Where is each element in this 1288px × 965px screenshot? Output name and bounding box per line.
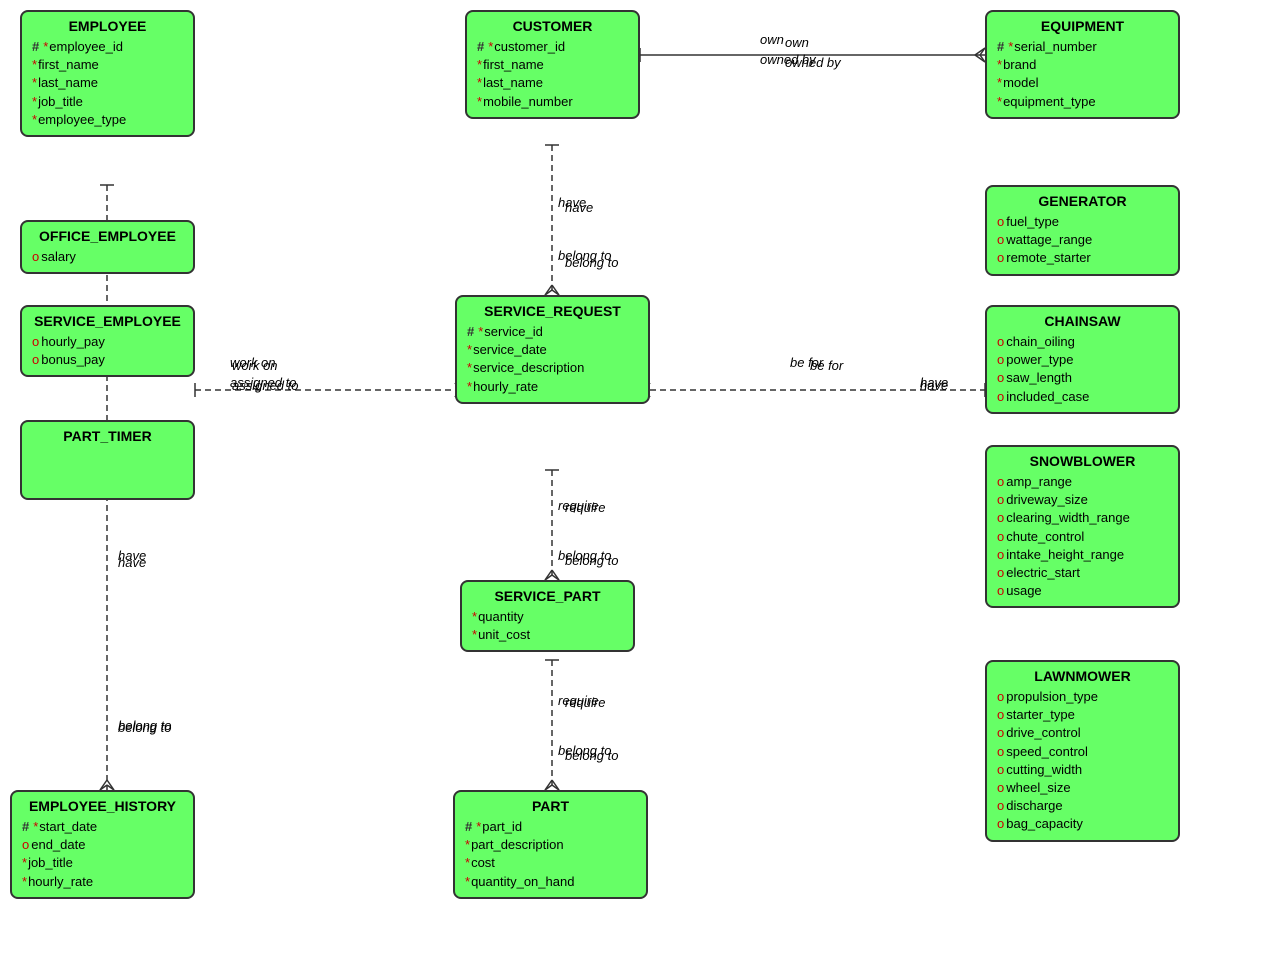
rel-assigned-to: assigned to [230, 375, 297, 390]
entity-generator-title: GENERATOR [997, 193, 1168, 209]
rel-belong-to-emp: belong to [118, 718, 172, 733]
field-customer-id: # * customer_id [477, 38, 628, 56]
field-eh-hourly-rate: * hourly_rate [22, 873, 183, 891]
field-chain-oiling: o chain_oiling [997, 333, 1168, 351]
rel-be-for: be for [790, 355, 823, 370]
field-last-name: * last_name [32, 74, 183, 92]
rel-require-sp: require [558, 498, 598, 513]
field-chute-control: o chute_control [997, 528, 1168, 546]
field-salary: o salary [32, 248, 183, 266]
field-bonus-pay: o bonus_pay [32, 351, 183, 369]
field-wattage-range: o wattage_range [997, 231, 1168, 249]
field-unit-cost: * unit_cost [472, 626, 623, 644]
entity-part-title: PART [465, 798, 636, 814]
field-employee-id: # * employee_id [32, 38, 183, 56]
field-brand: * brand [997, 56, 1168, 74]
field-start-date: # * start_date [22, 818, 183, 836]
entity-employee-history: EMPLOYEE_HISTORY # * start_date o end_da… [10, 790, 195, 899]
field-model: * model [997, 74, 1168, 92]
rel-have-eq: have [920, 375, 948, 390]
entity-part-timer: PART_TIMER [20, 420, 195, 500]
field-sr-hourly-rate: * hourly_rate [467, 378, 638, 396]
field-customer-last-name: * last_name [477, 74, 628, 92]
rel-belong-to-p: belong to [558, 743, 612, 758]
field-electric-start: o electric_start [997, 564, 1168, 582]
entity-service-request: SERVICE_REQUEST # * service_id * service… [455, 295, 650, 404]
rel-work-on: work on [230, 355, 276, 370]
field-part-id: # * part_id [465, 818, 636, 836]
field-fuel-type: o fuel_type [997, 213, 1168, 231]
field-eh-job-title: * job_title [22, 854, 183, 872]
entity-office-employee-title: OFFICE_EMPLOYEE [32, 228, 183, 244]
entity-generator: GENERATOR o fuel_type o wattage_range o … [985, 185, 1180, 276]
field-remote-starter: o remote_starter [997, 249, 1168, 267]
rel-require-p: require [558, 693, 598, 708]
field-cost: * cost [465, 854, 636, 872]
field-quantity: * quantity [472, 608, 623, 626]
field-speed-control: o speed_control [997, 743, 1168, 761]
field-saw-length: o saw_length [997, 369, 1168, 387]
entity-equipment: EQUIPMENT # * serial_number * brand * mo… [985, 10, 1180, 119]
erd-diagram: own owned by have belong to work on assi… [0, 0, 1288, 965]
entity-lawnmower: LAWNMOWER o propulsion_type o starter_ty… [985, 660, 1180, 842]
entity-equipment-title: EQUIPMENT [997, 18, 1168, 34]
field-service-id: # * service_id [467, 323, 638, 341]
field-discharge: o discharge [997, 797, 1168, 815]
field-end-date: o end_date [22, 836, 183, 854]
entity-employee: EMPLOYEE # * employee_id * first_name * … [20, 10, 195, 137]
entity-service-employee: SERVICE_EMPLOYEE o hourly_pay o bonus_pa… [20, 305, 195, 377]
rel-have-c: have [558, 195, 586, 210]
entity-part-timer-title: PART_TIMER [32, 428, 183, 444]
field-mobile-number: * mobile_number [477, 93, 628, 111]
field-included-case: o included_case [997, 388, 1168, 406]
field-starter-type: o starter_type [997, 706, 1168, 724]
entity-part: PART # * part_id * part_description * co… [453, 790, 648, 899]
field-customer-first-name: * first_name [477, 56, 628, 74]
field-usage: o usage [997, 582, 1168, 600]
field-wheel-size: o wheel_size [997, 779, 1168, 797]
entity-service-request-title: SERVICE_REQUEST [467, 303, 638, 319]
rel-own: own [760, 32, 784, 47]
field-driveway-size: o driveway_size [997, 491, 1168, 509]
entity-customer-title: CUSTOMER [477, 18, 628, 34]
field-part-description: * part_description [465, 836, 636, 854]
field-first-name: * first_name [32, 56, 183, 74]
field-intake-height-range: o intake_height_range [997, 546, 1168, 564]
field-cutting-width: o cutting_width [997, 761, 1168, 779]
field-bag-capacity: o bag_capacity [997, 815, 1168, 833]
entity-service-employee-title: SERVICE_EMPLOYEE [32, 313, 183, 329]
label-own: own [785, 35, 809, 50]
entity-office-employee: OFFICE_EMPLOYEE o salary [20, 220, 195, 274]
rel-have-emp: have [118, 548, 146, 563]
entity-chainsaw: CHAINSAW o chain_oiling o power_type o s… [985, 305, 1180, 414]
field-service-date: * service_date [467, 341, 638, 359]
field-hourly-pay: o hourly_pay [32, 333, 183, 351]
entity-chainsaw-title: CHAINSAW [997, 313, 1168, 329]
field-service-description: * service_description [467, 359, 638, 377]
field-drive-control: o drive_control [997, 724, 1168, 742]
entity-snowblower-title: SNOWBLOWER [997, 453, 1168, 469]
rel-belong-to-sp: belong to [558, 548, 612, 563]
entity-snowblower: SNOWBLOWER o amp_range o driveway_size o… [985, 445, 1180, 608]
field-amp-range: o amp_range [997, 473, 1168, 491]
entity-service-part: SERVICE_PART * quantity * unit_cost [460, 580, 635, 652]
rel-owned-by: owned by [760, 52, 816, 67]
entity-employee-history-title: EMPLOYEE_HISTORY [22, 798, 183, 814]
field-serial-number: # * serial_number [997, 38, 1168, 56]
field-equipment-type: * equipment_type [997, 93, 1168, 111]
field-quantity-on-hand: * quantity_on_hand [465, 873, 636, 891]
field-power-type: o power_type [997, 351, 1168, 369]
entity-lawnmower-title: LAWNMOWER [997, 668, 1168, 684]
rel-belong-to-c: belong to [558, 248, 612, 263]
entity-employee-title: EMPLOYEE [32, 18, 183, 34]
field-clearing-width-range: o clearing_width_range [997, 509, 1168, 527]
entity-service-part-title: SERVICE_PART [472, 588, 623, 604]
field-job-title: * job_title [32, 93, 183, 111]
field-employee-type: * employee_type [32, 111, 183, 129]
field-propulsion-type: o propulsion_type [997, 688, 1168, 706]
entity-customer: CUSTOMER # * customer_id * first_name * … [465, 10, 640, 119]
